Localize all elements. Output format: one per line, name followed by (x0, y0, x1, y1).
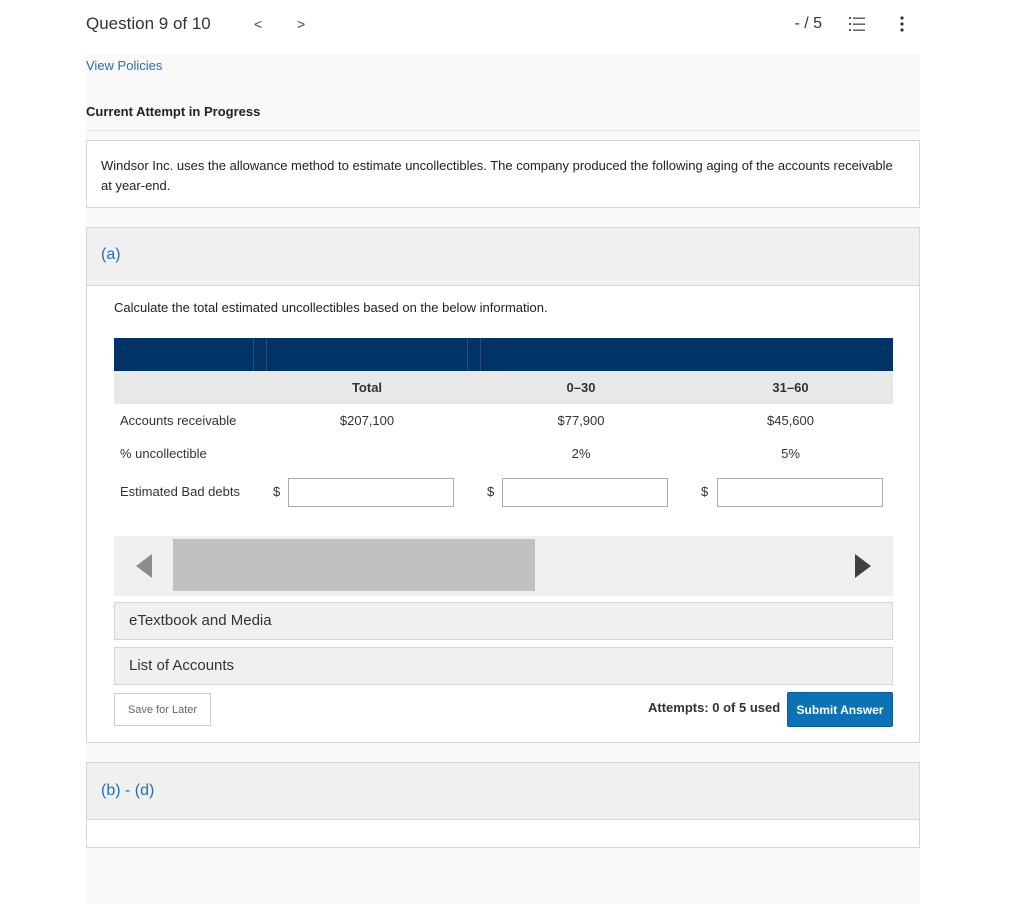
column-header-row: Total 0–30 31–60 (114, 371, 893, 404)
column-divider (467, 338, 481, 371)
table-cell: $45,600 (767, 413, 814, 428)
previous-question-button[interactable]: < (254, 16, 262, 32)
currency-symbol: $ (701, 484, 709, 499)
column-header-31-60: 31–60 (772, 380, 809, 395)
bad-debts-total-input[interactable] (288, 478, 454, 507)
aging-table: Total 0–30 31–60 Accounts receivable $20… (114, 338, 893, 516)
table-cell: $77,900 (557, 413, 605, 428)
numbered-list-icon[interactable] (849, 16, 865, 32)
table-cell: $207,100 (339, 413, 395, 428)
row-label: Accounts receivable (120, 413, 237, 428)
currency-symbol: $ (487, 484, 495, 499)
list-of-accounts-link[interactable]: List of Accounts (114, 647, 893, 685)
score-display: - / 5 (794, 15, 822, 32)
horizontal-scrollbar[interactable] (114, 536, 893, 596)
part-a-instruction: Calculate the total estimated uncollecti… (114, 300, 548, 315)
triangle-left-icon[interactable] (136, 554, 152, 578)
column-header (120, 371, 260, 404)
view-policies-link[interactable]: View Policies (86, 58, 162, 73)
part-a-header[interactable]: (a) (87, 228, 919, 286)
triangle-right-icon[interactable] (855, 554, 871, 578)
submit-answer-button[interactable]: Submit Answer (787, 692, 893, 727)
question-intro: Windsor Inc. uses the allowance method t… (86, 140, 920, 208)
bad-debts-0-30-input[interactable] (502, 478, 668, 507)
attempts-counter: Attempts: 0 of 5 used (648, 700, 781, 715)
scrollbar-thumb[interactable] (173, 539, 535, 591)
table-row: % uncollectible 2% 5% (114, 437, 893, 470)
column-header-0-30: 0–30 (566, 380, 596, 395)
table-row: Accounts receivable $207,100 $77,900 $45… (114, 404, 893, 437)
table-cell: 2% (571, 446, 591, 461)
divider (86, 130, 920, 131)
currency-symbol: $ (273, 484, 281, 499)
save-for-later-button[interactable]: Save for Later (114, 693, 211, 726)
table-cell (260, 437, 474, 470)
row-label: % uncollectible (120, 446, 207, 461)
etextbook-media-link[interactable]: eTextbook and Media (114, 602, 893, 640)
bad-debts-31-60-input[interactable] (717, 478, 883, 507)
question-counter: Question 9 of 10 (86, 14, 211, 33)
question-header: Question 9 of 10 < > - / 5 (86, 14, 920, 38)
table-header-band (114, 338, 893, 371)
part-a-panel: (a) Calculate the total estimated uncoll… (86, 227, 920, 743)
bad-debts-row: Estimated Bad debts $ $ $ (114, 474, 893, 516)
column-divider (253, 338, 267, 371)
table-cell: 5% (781, 446, 800, 461)
part-b-d-header[interactable]: (b) - (d) (87, 763, 919, 820)
bad-debts-label: Estimated Bad debts (120, 484, 240, 499)
part-b-d-panel: (b) - (d) (86, 762, 920, 848)
next-question-button[interactable]: > (297, 16, 305, 32)
vertical-ellipsis-icon[interactable] (900, 16, 904, 32)
attempt-status-title: Current Attempt in Progress (86, 104, 261, 119)
column-header-total: Total (351, 380, 383, 395)
